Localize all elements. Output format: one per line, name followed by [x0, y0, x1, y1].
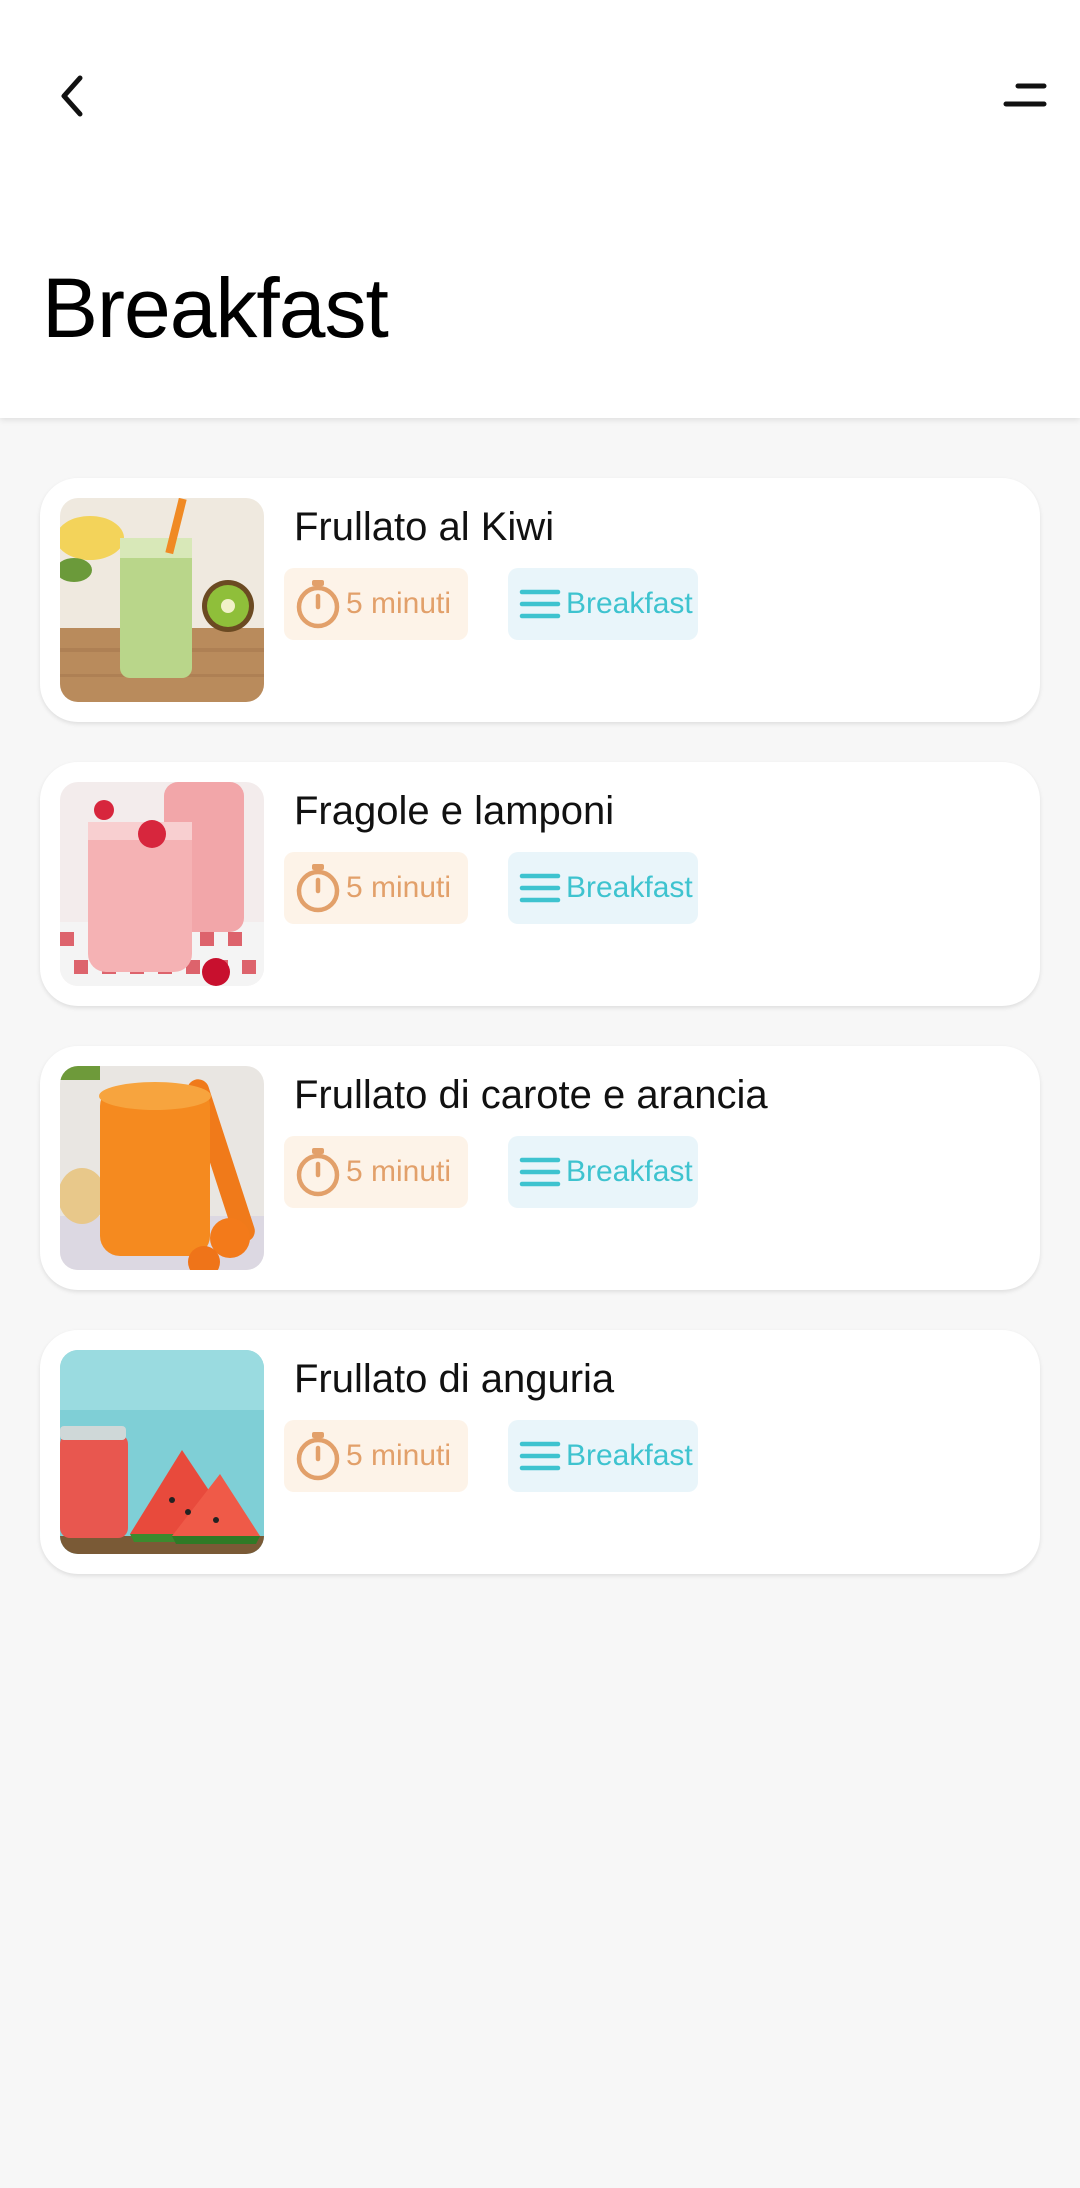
menu-icon [1003, 83, 1047, 107]
list-icon [519, 1441, 561, 1471]
category-label: Breakfast [566, 871, 693, 904]
category-label: Breakfast [566, 1439, 693, 1472]
timer-icon [296, 580, 340, 629]
time-label: 5 minuti [346, 871, 452, 904]
page-title: Breakfast [42, 261, 389, 355]
recipe-image-watermelon [60, 1350, 264, 1554]
time-label: 5 minuti [346, 587, 452, 620]
recipe-title: Frullato di carote e arancia [294, 1073, 768, 1117]
recipe-card[interactable]: Fragole e lamponi 5 minuti Breakfast [40, 762, 1040, 1006]
category-badge: Breakfast [508, 852, 698, 924]
timer-icon [296, 1148, 340, 1197]
timer-icon [296, 864, 340, 913]
list-icon [519, 873, 561, 903]
category-label: Breakfast [566, 587, 693, 620]
category-badge: Breakfast [508, 1420, 698, 1492]
recipe-card[interactable]: Frullato di anguria 5 minuti Breakfast [40, 1330, 1040, 1574]
time-badge: 5 minuti [284, 568, 468, 640]
time-label: 5 minuti [346, 1439, 452, 1472]
menu-button[interactable] [1002, 76, 1050, 116]
recipe-title: Fragole e lamponi [294, 789, 615, 833]
category-badge: Breakfast [508, 568, 698, 640]
recipe-title: Frullato al Kiwi [294, 505, 555, 549]
recipe-list: Frullato al Kiwi 5 minuti Breakfast Frag… [40, 478, 1040, 1614]
time-badge: 5 minuti [284, 852, 468, 924]
recipe-image-carrot [60, 1066, 264, 1270]
back-button[interactable] [46, 66, 98, 126]
recipe-card[interactable]: Frullato di carote e arancia 5 minuti Br… [40, 1046, 1040, 1290]
category-badge: Breakfast [508, 1136, 698, 1208]
chevron-left-icon [61, 75, 83, 117]
app-header: Breakfast [0, 0, 1080, 418]
time-badge: 5 minuti [284, 1420, 468, 1492]
category-label: Breakfast [566, 1155, 693, 1188]
timer-icon [296, 1432, 340, 1481]
time-label: 5 minuti [346, 1155, 452, 1188]
recipe-image-strawberry [60, 782, 264, 986]
recipe-card[interactable]: Frullato al Kiwi 5 minuti Breakfast [40, 478, 1040, 722]
recipe-image-kiwi [60, 498, 264, 702]
list-icon [519, 1157, 561, 1187]
time-badge: 5 minuti [284, 1136, 468, 1208]
list-icon [519, 589, 561, 619]
recipe-title: Frullato di anguria [294, 1357, 615, 1401]
